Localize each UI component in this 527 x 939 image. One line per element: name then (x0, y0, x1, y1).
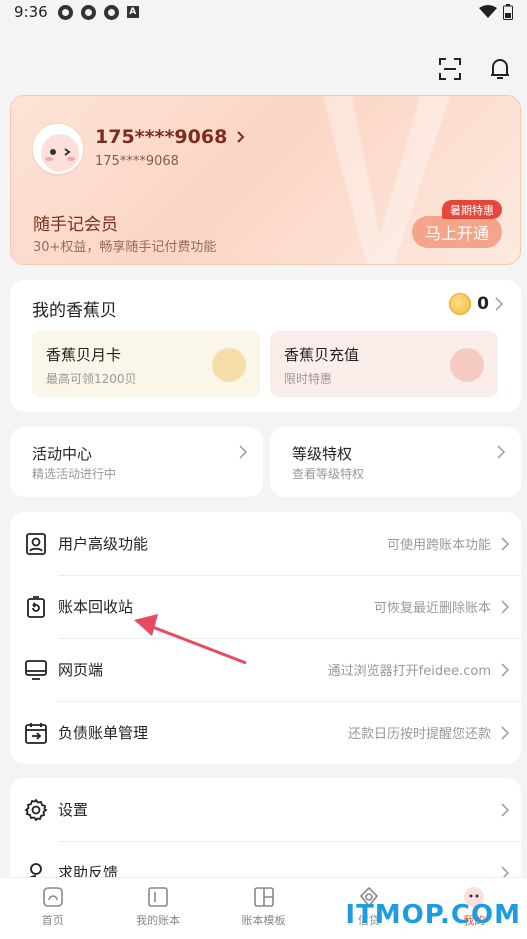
menu-label: 账本回收站 (58, 598, 134, 616)
notification-icon (103, 4, 119, 20)
banana-coins-card: 我的香蕉贝 0 香蕉贝月卡 最高可领1200贝 香蕉贝充值 限时特惠 (10, 280, 521, 412)
menu-row-recycle-bin[interactable]: 账本回收站 可恢复最近删除账本 (10, 575, 521, 638)
menu-row-web[interactable]: 网页端 通过浏览器打开feidee.com (10, 638, 521, 701)
tile-subtitle: 最高可领1200贝 (46, 372, 137, 386)
template-icon (253, 887, 274, 907)
chevron-right-icon (501, 802, 509, 817)
tab-label: 我的账本 (136, 914, 181, 927)
avatar[interactable] (33, 124, 83, 174)
menu-label: 负债账单管理 (58, 724, 149, 742)
bell-icon[interactable] (487, 56, 513, 82)
home-icon (42, 887, 63, 907)
level-privilege-card[interactable]: 等级特权 查看等级特权 (270, 427, 521, 497)
chevron-right-icon (501, 536, 509, 551)
banana-count: 0 (477, 294, 489, 314)
menu-row-premium[interactable]: 用户高级功能 可使用跨账本功能 (10, 512, 521, 575)
status-bar: 9:36 A (0, 0, 527, 24)
vip-title: 随手记会员 (33, 215, 118, 235)
tile-title: 香蕉贝月卡 (46, 346, 122, 364)
tab-label: 账本模板 (241, 914, 286, 927)
monthly-card-tile[interactable]: 香蕉贝月卡 最高可领1200贝 (32, 331, 260, 397)
accessibility-icon: A (126, 6, 139, 18)
gear-icon (24, 797, 48, 822)
menu-label: 用户高级功能 (58, 535, 149, 553)
notification-icon (57, 4, 73, 20)
banana-title: 我的香蕉贝 (32, 301, 117, 321)
notification-icon (80, 4, 96, 20)
menu-row-settings[interactable]: 设置 (10, 778, 521, 841)
monitor-icon (25, 659, 47, 680)
menu-hint: 可使用跨账本功能 (386, 538, 491, 553)
menu-row-debt[interactable]: 负债账单管理 还款日历按时提醒您还款 (10, 701, 521, 764)
feature-list: 用户高级功能 可使用跨账本功能 账本回收站 可恢复最近删除账本 网页端 通过浏览… (10, 512, 521, 764)
status-indicators (479, 4, 513, 20)
book-icon (148, 887, 168, 907)
chevron-right-icon (495, 297, 503, 311)
quick-subtitle: 精选活动进行中 (32, 467, 117, 481)
status-time: 9:36 (14, 3, 48, 21)
recycle-bin-icon (27, 595, 45, 618)
user-id: 175****9068 (95, 154, 179, 169)
open-membership-button[interactable]: 马上开通 (412, 216, 502, 248)
chevron-right-icon (501, 725, 509, 740)
tile-subtitle: 限时特惠 (284, 372, 333, 386)
chevron-right-icon (237, 131, 245, 143)
quick-title: 活动中心 (32, 445, 93, 463)
battery-icon (503, 4, 513, 20)
recharge-tile[interactable]: 香蕉贝充值 限时特惠 (270, 331, 498, 397)
chevron-right-icon (501, 599, 509, 614)
coin-icon (449, 293, 472, 315)
quick-title: 等级特权 (292, 445, 353, 463)
promo-badge: 暑期特惠 (442, 200, 502, 219)
menu-hint: 通过浏览器打开feidee.com (327, 664, 491, 679)
calendar-icon (25, 722, 47, 744)
scan-icon[interactable] (437, 56, 463, 82)
user-phone[interactable]: 175****9068 (95, 126, 245, 148)
activity-center-card[interactable]: 活动中心 精选活动进行中 (10, 427, 263, 497)
menu-hint: 可恢复最近删除账本 (373, 601, 491, 616)
chevron-right-icon (497, 445, 505, 459)
chevron-right-icon (239, 445, 247, 459)
quick-subtitle: 查看等级特权 (292, 467, 365, 481)
chevron-right-icon (501, 662, 509, 677)
tab-templates[interactable]: 账本模板 (211, 878, 316, 939)
user-badge-icon (26, 532, 46, 555)
tab-label: 首页 (41, 914, 64, 927)
tab-home[interactable]: 首页 (0, 878, 105, 939)
bowl-icon (212, 348, 246, 382)
user-phone-text: 175****9068 (95, 126, 228, 148)
top-actions (437, 56, 513, 82)
gift-box-icon (450, 348, 484, 382)
menu-hint: 还款日历按时提醒您还款 (347, 727, 491, 742)
tab-my-books[interactable]: 我的账本 (105, 878, 210, 939)
tile-title: 香蕉贝充值 (284, 346, 360, 364)
banana-balance[interactable]: 0 (449, 293, 503, 315)
menu-label: 设置 (58, 801, 89, 819)
wifi-icon (479, 5, 497, 18)
site-watermark: ITMOP.COM (345, 900, 521, 930)
member-card[interactable]: 175****9068 175****9068 随手记会员 30+权益，畅享随手… (10, 95, 521, 265)
vip-description: 30+权益，畅享随手记付费功能 (33, 240, 217, 255)
menu-label: 网页端 (58, 661, 104, 679)
